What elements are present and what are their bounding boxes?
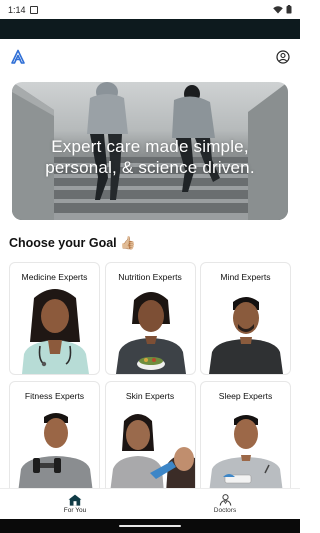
goal-card-label: Nutrition Experts — [118, 272, 182, 282]
medicine-expert-photo — [22, 289, 89, 374]
fitness-expert-photo — [18, 413, 93, 493]
status-time: 1:14 — [8, 4, 26, 15]
hero-banner[interactable]: Expert care made simple, personal, & sci… — [12, 82, 288, 220]
nav-item-doctors[interactable]: Doctors — [150, 489, 300, 519]
goal-card-label: Medicine Experts — [21, 272, 88, 282]
goal-card-medicine[interactable]: Medicine Experts — [9, 262, 100, 375]
goal-card-label: Sleep Experts — [218, 391, 273, 401]
hero-headline-line1: Expert care made simple, — [51, 137, 249, 156]
hero-headline: Expert care made simple, personal, & sci… — [12, 136, 288, 178]
hand-emoji-icon: 👍🏼 — [120, 236, 136, 250]
battery-icon — [286, 5, 292, 14]
wifi-icon — [273, 5, 283, 13]
section-title: Choose your Goal 👍🏼 — [9, 236, 136, 251]
nav-item-label: Doctors — [213, 507, 237, 514]
hero-headline-line2: personal, & science driven. — [45, 158, 255, 177]
goal-grid: Medicine Experts Nutrition Experts Mind … — [9, 262, 291, 494]
doctor-icon — [219, 494, 231, 506]
goal-card-fitness[interactable]: Fitness Experts — [9, 381, 100, 494]
status-bar: 1:14 — [0, 0, 300, 19]
skin-expert-photo — [109, 414, 195, 493]
profile-icon[interactable] — [276, 49, 290, 64]
app-logo-icon[interactable] — [10, 49, 26, 65]
bottom-navigation: For You Doctors — [0, 488, 300, 519]
sleep-expert-photo — [209, 415, 283, 493]
goal-card-mind[interactable]: Mind Experts — [200, 262, 291, 375]
goal-card-sleep[interactable]: Sleep Experts — [200, 381, 291, 494]
nav-item-for-you[interactable]: For You — [0, 489, 150, 519]
goal-card-skin[interactable]: Skin Experts — [104, 381, 196, 494]
home-indicator[interactable] — [119, 525, 181, 527]
header-band — [0, 19, 300, 39]
section-title-text: Choose your Goal — [9, 236, 117, 250]
home-icon — [68, 494, 82, 506]
goal-card-nutrition[interactable]: Nutrition Experts — [104, 262, 196, 375]
goal-card-label: Fitness Experts — [24, 391, 85, 401]
notification-icon — [29, 5, 38, 14]
nav-item-label: For You — [63, 507, 87, 514]
nutrition-expert-photo — [115, 292, 186, 374]
mind-expert-photo — [209, 297, 283, 374]
goal-card-label: Mind Experts — [220, 272, 271, 282]
app-bar — [0, 39, 300, 74]
goal-card-label: Skin Experts — [125, 391, 175, 401]
gesture-bar — [0, 519, 300, 533]
